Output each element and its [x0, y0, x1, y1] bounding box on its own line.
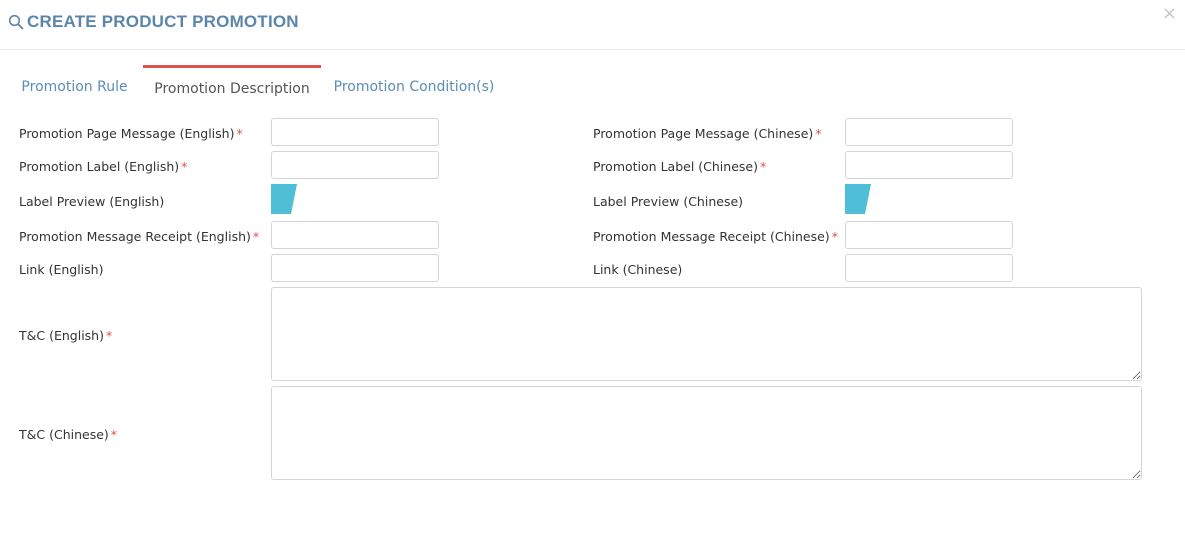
preview-zh-label: Label Preview (Chinese) [593, 194, 744, 209]
tc-en-label-text: T&C (English) [19, 328, 104, 343]
required-marker: * [815, 126, 822, 141]
label-en-label-text: Promotion Label (English) [19, 159, 180, 174]
page-message-zh-label-text: Promotion Page Message (Chinese) [593, 126, 814, 141]
page-message-zh-input[interactable] [845, 118, 1013, 146]
title-wrap: CREATE PRODUCT PROMOTION [8, 12, 299, 32]
page-message-en-label: Promotion Page Message (English) * [19, 126, 243, 141]
label-zh-input[interactable] [845, 151, 1013, 179]
required-marker: * [181, 159, 188, 174]
required-marker: * [759, 159, 767, 174]
tab-promotion-conditions[interactable]: Promotion Condition(s) [330, 65, 498, 103]
page-message-en-label-text: Promotion Page Message (English) [19, 126, 235, 141]
page-message-zh-label: Promotion Page Message (Chinese) * [593, 126, 822, 141]
close-icon[interactable]: × [1162, 4, 1177, 24]
tab-promotion-description[interactable]: Promotion Description [143, 65, 321, 103]
tc-en-label: T&C (English) * [19, 328, 112, 343]
required-marker: * [831, 229, 838, 244]
receipt-zh-input[interactable] [845, 221, 1013, 249]
receipt-zh-label-text: Promotion Message Receipt (Chinese) [593, 229, 830, 244]
link-zh-input[interactable] [845, 254, 1013, 282]
label-zh-label-text: Promotion Label (Chinese) [593, 159, 758, 174]
required-marker: * [105, 328, 113, 343]
receipt-en-label: Promotion Message Receipt (English) * [19, 229, 259, 244]
tc-zh-textarea[interactable] [271, 386, 1142, 480]
tc-zh-label-text: T&C (Chinese) [19, 427, 109, 442]
tc-en-textarea[interactable] [271, 287, 1142, 381]
modal-header: CREATE PRODUCT PROMOTION × [0, 0, 1185, 50]
receipt-en-label-text: Promotion Message Receipt (English) [19, 229, 251, 244]
preview-en-label: Label Preview (English) [19, 194, 165, 209]
search-icon [8, 14, 24, 30]
tab-bar: Promotion Rule Promotion Description Pro… [0, 65, 1185, 105]
label-en-label: Promotion Label (English) * [19, 159, 187, 174]
required-marker: * [110, 427, 118, 442]
label-zh-label: Promotion Label (Chinese) * [593, 159, 766, 174]
tc-zh-label: T&C (Chinese) * [19, 427, 117, 442]
link-en-input[interactable] [271, 254, 439, 282]
page-title: CREATE PRODUCT PROMOTION [27, 12, 299, 31]
required-marker: * [252, 229, 260, 244]
tab-promotion-rule[interactable]: Promotion Rule [14, 65, 135, 103]
label-preview-en [271, 184, 297, 214]
link-zh-label: Link (Chinese) [593, 262, 683, 277]
receipt-en-input[interactable] [271, 221, 439, 249]
link-en-label: Link (English) [19, 262, 104, 277]
label-en-input[interactable] [271, 151, 439, 179]
required-marker: * [236, 126, 243, 141]
label-preview-zh [845, 184, 871, 214]
page-message-en-input[interactable] [271, 118, 439, 146]
receipt-zh-label: Promotion Message Receipt (Chinese) * [593, 229, 838, 244]
